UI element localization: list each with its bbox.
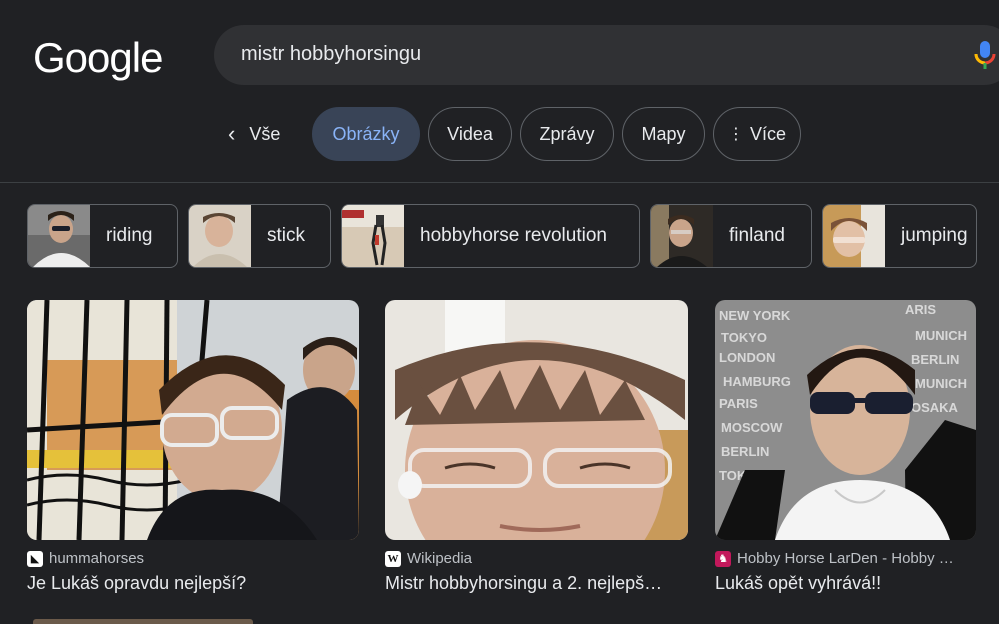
result-photo: NEW YORK ARIS TOKYO MUNICH LONDON BERLIN HA… xyxy=(715,300,976,540)
tab-maps[interactable]: Mapy xyxy=(622,107,705,161)
svg-text:MUNICH: MUNICH xyxy=(915,328,967,343)
tab-more[interactable]: ⋮ Více xyxy=(713,107,801,161)
result-image[interactable] xyxy=(385,300,688,540)
chip-thumbnail xyxy=(651,205,713,267)
chip-thumbnail xyxy=(28,205,90,267)
svg-text:BERLIN: BERLIN xyxy=(911,352,959,367)
chip-label: hobbyhorse revolution xyxy=(420,225,607,246)
header-divider xyxy=(0,182,999,183)
svg-text:ARIS: ARIS xyxy=(905,302,936,317)
svg-text:MOSCOW: MOSCOW xyxy=(721,420,783,435)
search-box[interactable]: mistr hobbyhorsingu xyxy=(214,25,999,85)
chip-thumbnail xyxy=(823,205,885,267)
svg-text:BERLIN: BERLIN xyxy=(721,444,769,459)
chip-label: riding xyxy=(106,225,153,246)
svg-text:HAMBURG: HAMBURG xyxy=(723,374,791,389)
result-source[interactable]: ♞ Hobby Horse LarDen - Hobby … xyxy=(715,550,976,567)
result-source-label: hummahorses xyxy=(49,550,145,567)
chip-thumbnail xyxy=(342,205,404,267)
more-vert-icon: ⋮ xyxy=(727,126,744,143)
result-title[interactable]: Lukáš opět vyhrává!! xyxy=(715,573,976,594)
chip-label: jumping xyxy=(901,225,968,246)
tab-images[interactable]: Obrázky xyxy=(312,107,420,161)
svg-text:NEW YORK: NEW YORK xyxy=(719,308,791,323)
larden-favicon-icon: ♞ xyxy=(715,550,731,567)
chip-jumping[interactable]: jumping xyxy=(822,204,977,268)
next-row-image-edge xyxy=(33,619,253,624)
result-source[interactable]: ◣ hummahorses xyxy=(27,550,359,567)
result-source-label: Hobby Horse LarDen - Hobby … xyxy=(737,550,954,567)
svg-text:MUNICH: MUNICH xyxy=(915,376,967,391)
result-source[interactable]: W Wikipedia xyxy=(385,550,688,567)
svg-text:OSAKA: OSAKA xyxy=(911,400,959,415)
chip-stick[interactable]: stick xyxy=(188,204,331,268)
svg-text:LONDON: LONDON xyxy=(719,350,775,365)
search-input[interactable]: mistr hobbyhorsingu xyxy=(241,43,421,66)
result-card[interactable]: W Wikipedia Mistr hobbyhorsingu a 2. nej… xyxy=(385,300,688,594)
result-photo xyxy=(385,300,688,540)
result-photo xyxy=(27,300,359,540)
result-card[interactable]: NEW YORK ARIS TOKYO MUNICH LONDON BERLIN HA… xyxy=(715,300,976,594)
result-image[interactable] xyxy=(27,300,359,540)
result-source-label: Wikipedia xyxy=(407,550,473,567)
result-title[interactable]: Mistr hobbyhorsingu a 2. nejlepš… xyxy=(385,573,688,594)
result-title[interactable]: Je Lukáš opravdu nejlepší? xyxy=(27,573,359,594)
wikipedia-favicon-icon: W xyxy=(385,550,401,567)
microphone-icon[interactable] xyxy=(974,40,996,70)
tab-news[interactable]: Zprávy xyxy=(520,107,614,161)
svg-text:PARIS: PARIS xyxy=(719,396,758,411)
tab-videos[interactable]: Videa xyxy=(428,107,512,161)
chip-label: finland xyxy=(729,225,785,246)
chip-finland[interactable]: finland xyxy=(650,204,812,268)
chip-label: stick xyxy=(267,225,305,246)
result-image[interactable]: NEW YORK ARIS TOKYO MUNICH LONDON BERLIN HA… xyxy=(715,300,976,540)
chip-hobbyhorse-revolution[interactable]: hobbyhorse revolution xyxy=(341,204,640,268)
result-card[interactable]: ◣ hummahorses Je Lukáš opravdu nejlepší? xyxy=(27,300,359,594)
tab-more-label: Více xyxy=(749,123,787,144)
hummahorses-favicon-icon: ◣ xyxy=(27,550,43,567)
chip-riding[interactable]: riding xyxy=(27,204,178,268)
svg-text:TOKYO: TOKYO xyxy=(721,330,767,345)
google-logo[interactable]: Google xyxy=(33,34,163,82)
chip-thumbnail xyxy=(189,205,251,267)
